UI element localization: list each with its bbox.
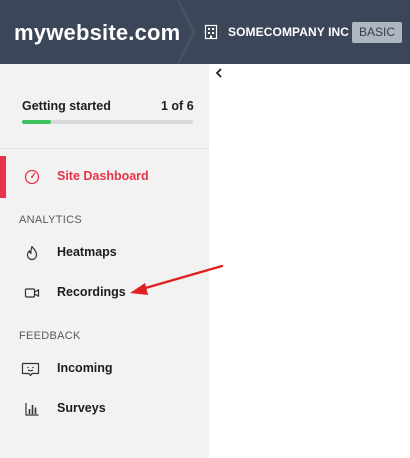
plan-badge: BASIC (352, 22, 403, 43)
getting-started-count: 1 of 6 (161, 99, 194, 113)
getting-started-label: Getting started (22, 99, 111, 113)
sidebar-item-surveys[interactable]: Surveys (0, 389, 209, 429)
active-indicator (0, 156, 6, 198)
building-icon (204, 24, 218, 40)
video-camera-icon (24, 288, 40, 298)
sidebar-item-label: Site Dashboard (57, 169, 149, 183)
sidebar-item-label: Recordings (57, 285, 126, 299)
company-name[interactable]: SOMECOMPANY INC (228, 25, 349, 39)
feedback-section-heading: FEEDBACK (19, 330, 81, 342)
getting-started-progress (22, 120, 193, 124)
analytics-section-heading: ANALYTICS (19, 214, 83, 226)
top-header: mywebsite.com SOMECOMPANY INC BASIC (0, 0, 410, 64)
progress-fill (22, 120, 51, 124)
bar-chart-icon (25, 403, 39, 416)
sidebar-item-label: Heatmaps (57, 245, 117, 259)
site-title[interactable]: mywebsite.com (14, 20, 180, 46)
sidebar-item-incoming[interactable]: Incoming (0, 349, 209, 389)
sidebar-item-label: Surveys (57, 401, 106, 415)
getting-started-panel[interactable]: Getting started 1 of 6 (0, 64, 209, 149)
collapse-sidebar-button[interactable] (209, 64, 229, 82)
chevron-left-icon (215, 68, 222, 78)
sidebar-item-label: Incoming (57, 361, 113, 375)
flame-icon (26, 245, 38, 261)
annotation-arrow (130, 264, 224, 295)
breadcrumb-divider (177, 0, 195, 64)
speedometer-icon (24, 169, 40, 185)
sidebar-item-site-dashboard[interactable]: Site Dashboard (0, 156, 209, 198)
feedback-box-icon (21, 362, 40, 377)
